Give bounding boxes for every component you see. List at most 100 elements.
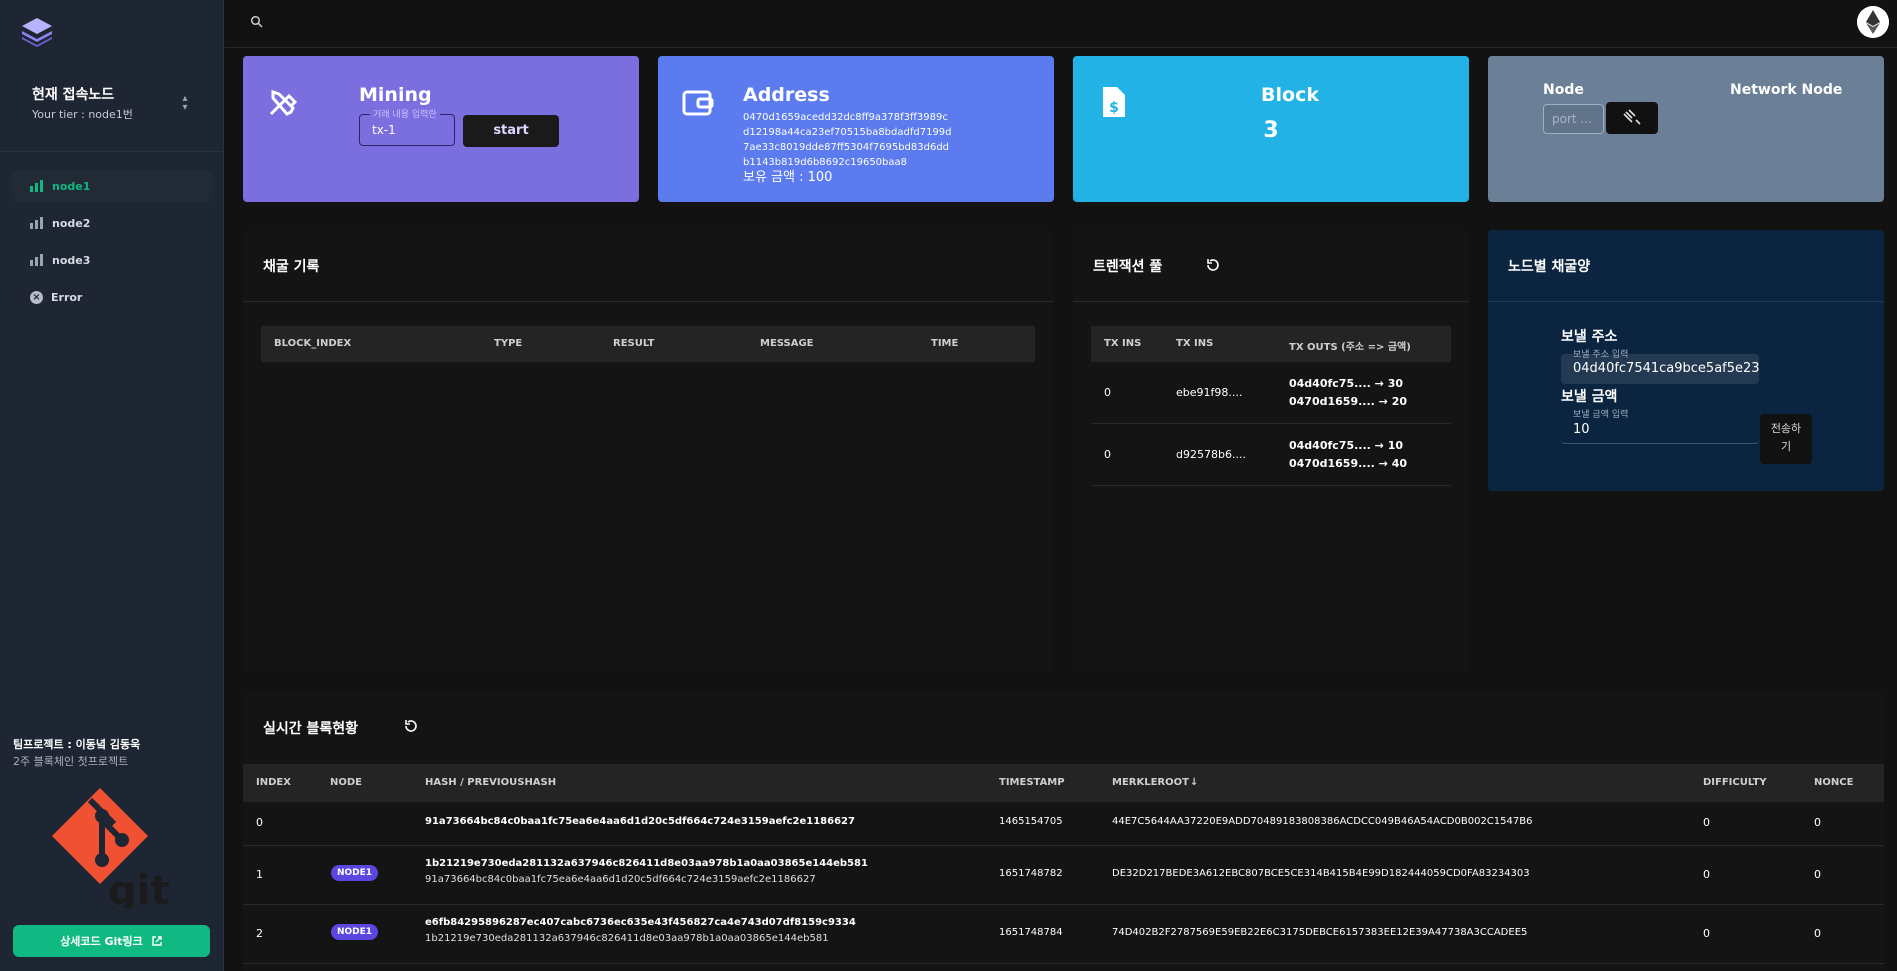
node-switcher-tier: Your tier : node1번 (32, 108, 133, 121)
block-card: $ Block 3 (1073, 56, 1469, 202)
column-header[interactable]: NODE (330, 777, 362, 788)
block-timestamp: 1651748782 (999, 868, 1063, 879)
tx-in: d92578b6.... (1176, 448, 1246, 461)
column-header[interactable]: TX INS (1176, 338, 1213, 349)
transaction-pool-panel: 트렌잭션 풀 TX INS TX INS TX OUTS (주소 => 금액) … (1073, 230, 1469, 673)
column-header[interactable]: TX OUTS (주소 => 금액) (1289, 338, 1411, 353)
block-nonce: 0 (1814, 816, 1821, 829)
tools-icon (269, 89, 298, 116)
block-previous-hash: 91a73664bc84c0baa1fc75ea6e4aa6d1d20c5df6… (425, 874, 816, 885)
signal-bars-icon (30, 217, 44, 229)
signal-bars-icon (30, 180, 44, 192)
column-header[interactable]: BLOCK_INDEX (274, 338, 351, 349)
node-switcher-title: 현재 접속노드 (32, 87, 115, 103)
column-header[interactable]: RESULT (613, 338, 654, 349)
table-row[interactable]: 1 NODE1 1b21219e730eda281132a637946c8264… (243, 846, 1884, 905)
send-address-field[interactable]: 보낼 주소 입력 04d40fc7541ca9bce5af5e23 (1561, 350, 1760, 384)
column-header[interactable]: MERKLEROOT (1112, 777, 1189, 788)
column-header[interactable]: TIMESTAMP (999, 777, 1065, 788)
mining-title: Mining (359, 84, 432, 106)
send-panel: 노드별 채굴양 보낼 주소 보낼 주소 입력 04d40fc7541ca9bce… (1488, 230, 1884, 491)
address-title: Address (743, 84, 830, 106)
column-header[interactable]: INDEX (256, 777, 291, 788)
block-nonce: 0 (1814, 868, 1821, 881)
tx-index: 0 (1104, 448, 1111, 461)
column-header[interactable]: MESSAGE (760, 338, 814, 349)
connect-button[interactable] (1606, 102, 1658, 134)
block-hash: 1b21219e730eda281132a637946c826411d8e03a… (425, 858, 868, 869)
block-difficulty: 0 (1703, 868, 1710, 881)
block-previous-hash: 1b21219e730eda281132a637946c826411d8e03a… (425, 933, 829, 944)
send-address-value: 04d40fc7541ca9bce5af5e23 (1573, 361, 1760, 376)
signal-bars-icon (30, 254, 44, 266)
transaction-input[interactable]: 거래 내용 입력란 tx-1 (359, 107, 455, 146)
git-logo-text: git (108, 868, 169, 908)
mining-history-panel: 채굴 기록 BLOCK_INDEX TYPE RESULT MESSAGE TI… (243, 230, 1054, 673)
refresh-icon[interactable] (403, 718, 419, 734)
sidebar: 현재 접속노드 Your tier : node1번 ▴ ▾ node1 node… (0, 0, 224, 971)
address-card: Address 0470d1659acedd32dc8ff9a378f3ff39… (658, 56, 1054, 202)
table-row[interactable]: 2 NODE1 e6fb84295896287ec407cabc6736ec63… (243, 905, 1884, 964)
tx-out: 04d40fc75.... → 30 (1289, 377, 1404, 390)
block-timestamp: 1465154705 (999, 816, 1063, 827)
table-row[interactable]: 0 91a73664bc84c0baa1fc75ea6e4aa6d1d20c5d… (243, 802, 1884, 846)
send-button-label: 전송하 (1770, 422, 1802, 435)
refresh-icon[interactable] (1205, 257, 1221, 273)
plug-connect-icon (1623, 109, 1641, 125)
block-hash: 91a73664bc84c0baa1fc75ea6e4aa6d1d20c5df6… (425, 816, 855, 827)
panel-header: 채굴 기록 (243, 230, 1054, 302)
team-subtitle: 2주 블록체인 첫프로젝트 (13, 755, 129, 768)
layers-logo-icon[interactable] (18, 16, 56, 48)
chevron-up-down-icon: ▴ ▾ (182, 93, 188, 113)
top-bar (225, 0, 1897, 48)
column-header[interactable]: TYPE (494, 338, 522, 349)
send-address-field-label: 보낼 주소 입력 (1573, 350, 1629, 360)
mining-card: Mining 거래 내용 입력란 tx-1 start (243, 56, 639, 202)
block-index: 0 (256, 816, 263, 829)
column-header[interactable]: NONCE (1814, 777, 1853, 788)
network-node-title: Network Node (1730, 82, 1843, 98)
column-header[interactable]: DIFFICULTY (1703, 777, 1767, 788)
node-switcher[interactable]: 현재 접속노드 Your tier : node1번 ▴ ▾ (0, 62, 224, 152)
transaction-input-value: tx-1 (372, 123, 396, 137)
send-address-label: 보낼 주소 (1561, 329, 1618, 345)
transaction-pool-title: 트렌잭션 풀 (1093, 259, 1163, 275)
team-credit: 팀프로젝트 : 이동녘 김동욱 (13, 738, 141, 751)
sidebar-item-label: node1 (52, 179, 91, 193)
git-logo-icon: git (52, 788, 169, 908)
block-count: 3 (1263, 118, 1279, 143)
column-header[interactable]: HASH / PREVIOUSHASH (425, 777, 556, 788)
git-link-button[interactable]: 상세코드 Git링크 (13, 925, 210, 957)
live-blocks-table-header: INDEX NODE HASH / PREVIOUSHASH TIMESTAMP… (243, 764, 1884, 802)
transaction-pool-table-header: TX INS TX INS TX OUTS (주소 => 금액) (1091, 326, 1451, 362)
sort-arrow-down-icon[interactable]: ↓ (1190, 777, 1198, 788)
mining-history-title: 채굴 기록 (263, 259, 320, 275)
column-header[interactable]: TIME (931, 338, 958, 349)
column-header[interactable]: TX INS (1104, 338, 1141, 349)
table-row[interactable]: 0 d92578b6.... 04d40fc75.... → 10 0470d1… (1091, 424, 1451, 486)
node-title: Node (1543, 82, 1584, 98)
start-mining-button[interactable]: start (463, 115, 559, 147)
block-nonce: 0 (1814, 927, 1821, 940)
ethereum-avatar-icon[interactable] (1857, 6, 1889, 38)
block-merkleroot: 44E7C5644AA37220E9ADD70489183808386ACDCC… (1112, 816, 1533, 827)
sidebar-item-node1[interactable]: node1 (12, 170, 212, 202)
block-title: Block (1261, 84, 1319, 106)
table-row[interactable]: 0 ebe91f98.... 04d40fc75.... → 30 0470d1… (1091, 362, 1451, 424)
panel-header: 노드별 채굴양 (1488, 230, 1884, 302)
sidebar-item-label: Error (51, 290, 83, 304)
mining-history-table-header: BLOCK_INDEX TYPE RESULT MESSAGE TIME (261, 326, 1035, 362)
tx-index: 0 (1104, 386, 1111, 399)
sidebar-item-error[interactable]: × Error (12, 281, 212, 313)
sidebar-item-label: node2 (52, 216, 91, 230)
send-amount-field[interactable]: 보낼 금액 입력 10 (1561, 410, 1759, 444)
sidebar-item-label: node3 (52, 253, 91, 267)
sidebar-item-node2[interactable]: node2 (12, 207, 212, 239)
block-merkleroot: 74D402B2F2787569E59EB22E6C3175DEBCE61573… (1112, 927, 1528, 938)
sidebar-item-node3[interactable]: node3 (12, 244, 212, 276)
port-input[interactable]: port ... (1543, 104, 1604, 134)
git-link-label: 상세코드 Git링크 (60, 935, 143, 948)
search-icon[interactable] (250, 15, 264, 29)
node-card: Node Network Node port ... (1488, 56, 1884, 202)
send-button[interactable]: 전송하 기 (1760, 414, 1812, 464)
